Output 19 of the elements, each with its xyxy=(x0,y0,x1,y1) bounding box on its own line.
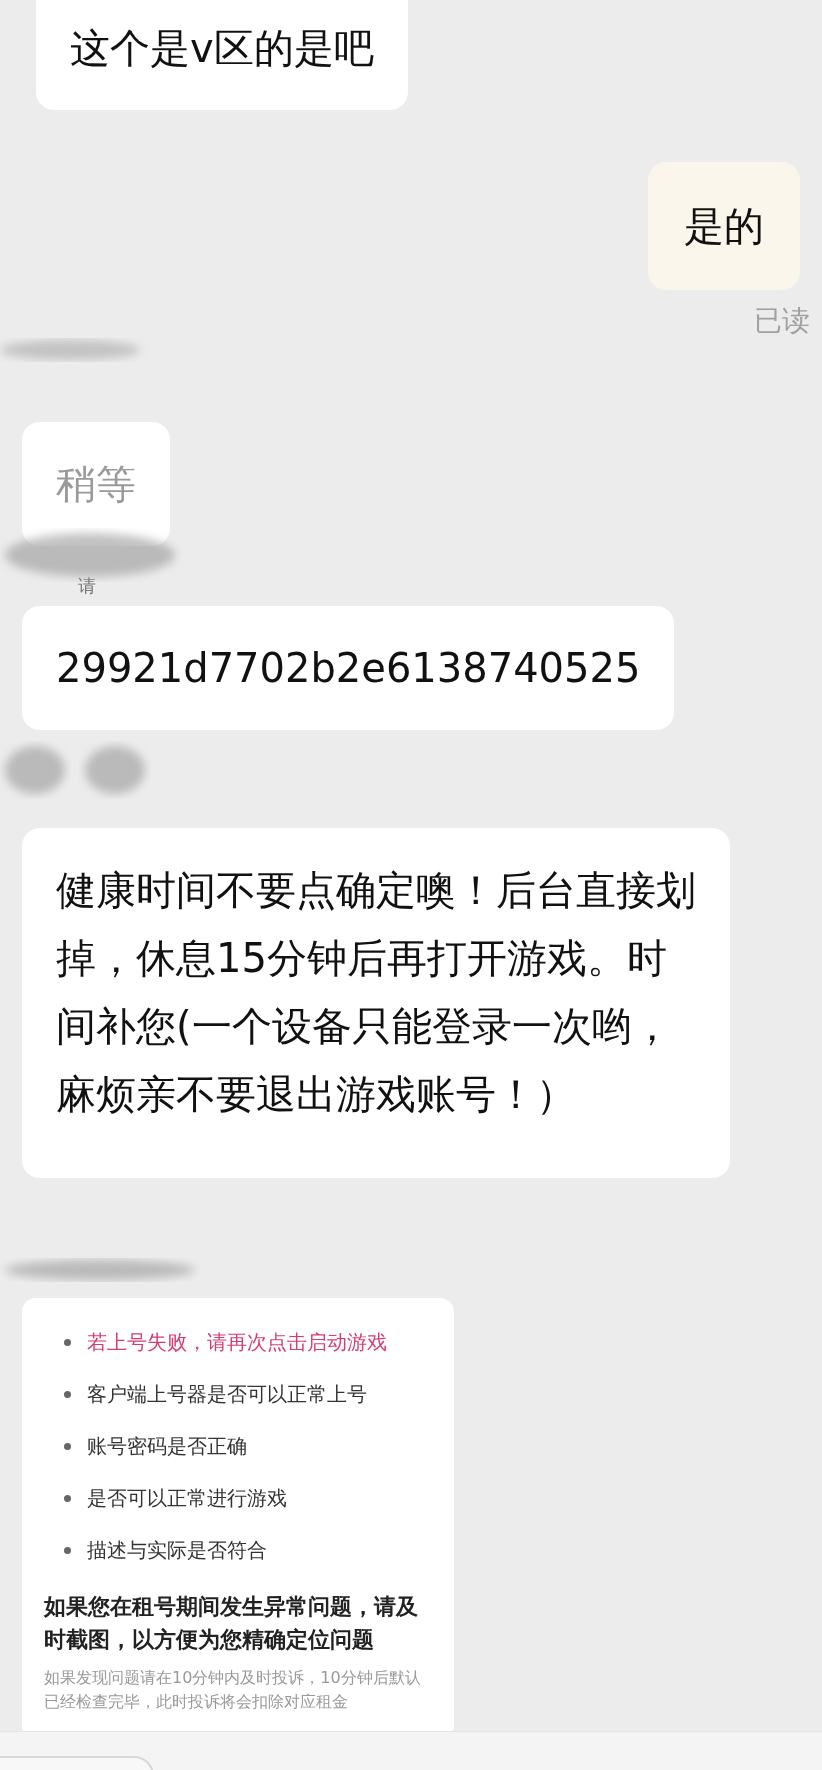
read-status: 已读 xyxy=(754,303,810,339)
notice-text: 如果您在租号期间发生异常问题，请及时截图，以方便为您精确定位问题 xyxy=(44,1593,419,1654)
bullet-icon xyxy=(64,1390,71,1398)
bullet-icon xyxy=(64,1442,71,1450)
message-text: 29921d7702b2e6138740525 xyxy=(56,644,641,693)
bullet-icon xyxy=(64,1546,71,1554)
bullet-icon xyxy=(64,1338,71,1346)
checklist-item: 是否可以正常进行游戏 xyxy=(87,1484,287,1512)
checklist-item: 客户端上号器是否可以正常上号 xyxy=(87,1380,367,1408)
message-text: 是的 xyxy=(684,202,764,251)
bullet-icon xyxy=(64,1494,71,1502)
message-text: 请 xyxy=(78,574,96,598)
message-text: 稍等 xyxy=(56,460,136,509)
footnote-text: 如果发现问题请在10分钟内及时投诉，10分钟后默认已经检查完毕，此时投诉将会扣除对应租金 xyxy=(44,1667,422,1713)
checklist-item: 描述与实际是否符合 xyxy=(87,1536,267,1564)
checklist-item: 账号密码是否正确 xyxy=(87,1432,247,1460)
message-text: 这个是v区的是吧 xyxy=(70,24,374,73)
checklist-item: 若上号失败，请再次点击启动游戏 xyxy=(87,1328,387,1356)
message-text: 健康时间不要点确定噢！后台直接划掉，休息15分钟后再打开游戏。时间补您(一个设备只能登录一次哟，麻烦亲不要退出游戏账号！） xyxy=(56,866,696,1119)
